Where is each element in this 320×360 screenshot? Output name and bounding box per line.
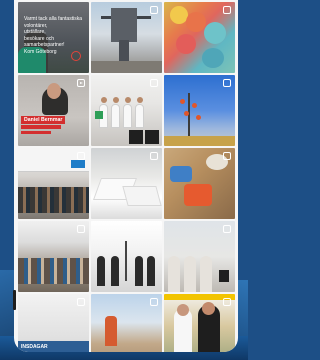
photo-crowd	[18, 187, 89, 213]
photo-person	[135, 104, 144, 128]
photo-lamp	[184, 111, 189, 116]
name-tag-subtitle-bar	[21, 131, 51, 134]
photo-ground	[91, 61, 162, 73]
post-tile-7[interactable]	[18, 148, 89, 219]
post-tile-11[interactable]	[91, 221, 162, 292]
post-tile-12[interactable]	[164, 221, 235, 292]
reel-icon	[77, 79, 85, 87]
post-tile-13[interactable]: INSDAGAR	[18, 294, 89, 352]
photo-lamp	[180, 99, 185, 104]
photo-sign	[129, 130, 143, 144]
multi-image-icon	[150, 298, 158, 306]
post-tile-4[interactable]: Daniel Bernmar	[18, 75, 89, 146]
multi-image-icon	[150, 6, 158, 14]
post-grid: Varmt tack alla fantastiska volontärer, …	[18, 2, 235, 352]
post-tile-2[interactable]	[91, 2, 162, 73]
photo-crane	[111, 8, 137, 42]
banner-text: INSDAGAR	[18, 341, 89, 352]
name-tag: Daniel Bernmar	[21, 116, 66, 124]
photo-object	[204, 22, 226, 44]
post-tile-8[interactable]	[91, 148, 162, 219]
photo-person	[135, 256, 143, 286]
photo-person	[168, 256, 180, 292]
multi-image-icon	[223, 6, 231, 14]
multi-image-icon	[223, 79, 231, 87]
post-overlay-text: Varmt tack alla fantastiska volontärer, …	[24, 16, 83, 55]
post-tile-5[interactable]	[91, 75, 162, 146]
multi-image-icon	[150, 152, 158, 160]
photo-person	[97, 256, 105, 286]
photo-object	[219, 270, 229, 282]
photo-tower	[105, 316, 117, 346]
photo-sign-green	[95, 111, 103, 119]
phone-side-button	[13, 290, 16, 310]
photo-person-head	[202, 302, 215, 315]
photo-object	[176, 34, 196, 54]
photo-object	[202, 48, 224, 68]
post-tile-3[interactable]	[164, 2, 235, 73]
post-tile-6[interactable]	[164, 75, 235, 146]
photo-person-head	[136, 97, 143, 103]
photo-person-head	[177, 304, 189, 316]
multi-image-icon	[77, 225, 85, 233]
photo-object	[170, 166, 192, 182]
overlay-line: Varmt tack alla fantastiska	[24, 16, 82, 22]
photo-lamp	[196, 115, 201, 120]
photo-crowd	[18, 258, 89, 284]
overlay-line: Kom Göteborg	[24, 48, 57, 55]
photo-speaker-face	[47, 83, 61, 99]
phone-screen: Varmt tack alla fantastiska volontärer, …	[14, 0, 238, 352]
name-tag-subtitle-bar	[21, 125, 61, 129]
photo-person	[111, 104, 120, 128]
photo-person-head	[100, 97, 107, 103]
multi-image-icon	[223, 298, 231, 306]
photo-person	[184, 256, 196, 292]
post-tile-9[interactable]	[164, 148, 235, 219]
photo-person-head	[124, 97, 131, 103]
post-tile-1[interactable]: Varmt tack alla fantastiska volontärer, …	[18, 2, 89, 73]
post-tile-10[interactable]	[18, 221, 89, 292]
post-tile-14[interactable]	[91, 294, 162, 352]
multi-image-icon	[223, 152, 231, 160]
photo-banner	[71, 160, 85, 168]
photo-person	[147, 256, 155, 286]
post-tile-15[interactable]	[164, 294, 235, 352]
photo-mic-stand	[125, 241, 127, 281]
photo-lamp	[192, 103, 197, 108]
multi-image-icon	[77, 298, 85, 306]
photo-person	[123, 104, 132, 128]
photo-sign	[145, 130, 159, 144]
photo-object	[186, 12, 206, 32]
photo-person	[111, 256, 119, 286]
multi-image-icon	[77, 152, 85, 160]
photo-ground	[164, 136, 235, 146]
photo-tent	[122, 186, 162, 206]
photo-person	[200, 256, 212, 292]
photo-person-head	[112, 97, 119, 103]
photo-object	[184, 184, 212, 206]
multi-image-icon	[223, 225, 231, 233]
multi-image-icon	[150, 79, 158, 87]
